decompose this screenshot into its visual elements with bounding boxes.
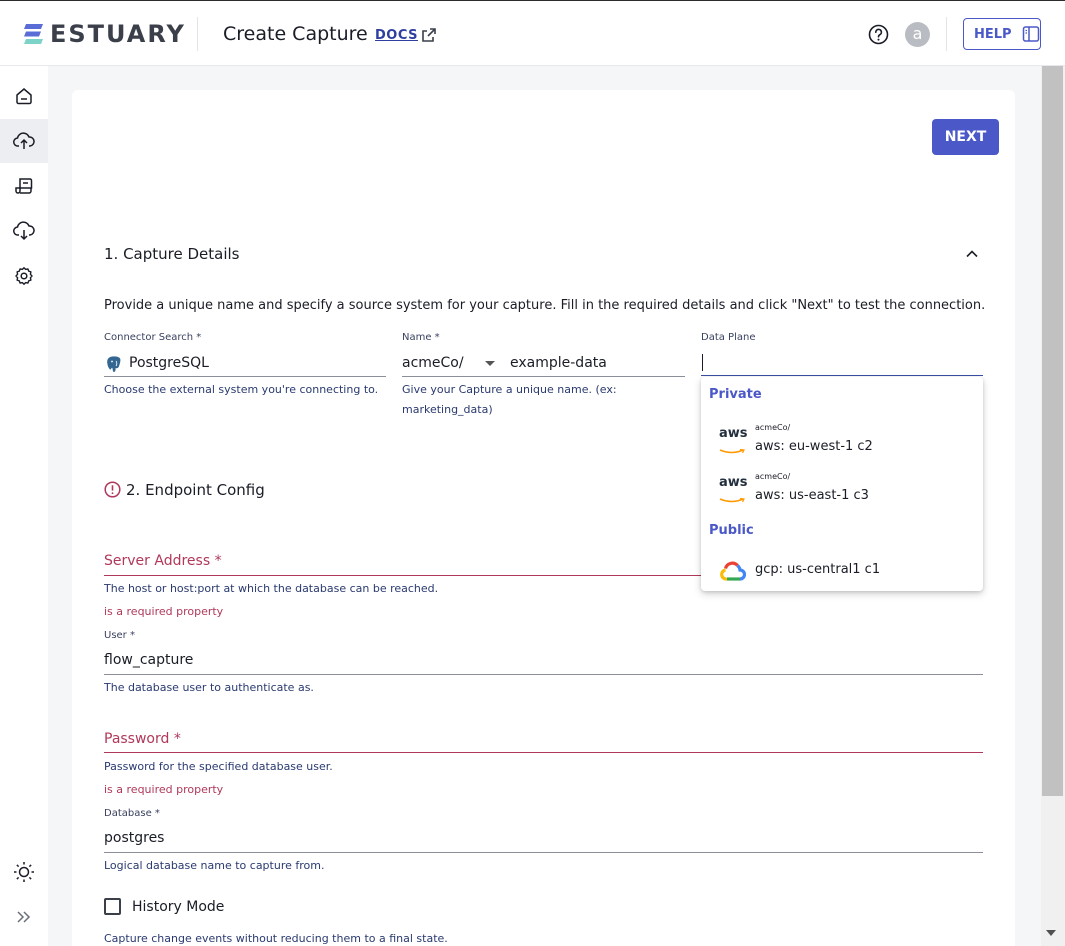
help-button-label: HELP [974,26,1012,42]
collections-icon [15,178,33,194]
expand-sidebar-button[interactable] [0,895,48,939]
database-helper: Logical database name to capture from. [104,859,325,872]
sidebar-item-materializations[interactable] [0,209,48,253]
option-prefix: acmeCo/ [755,472,791,481]
database-underline [104,852,983,853]
capture-upload-icon [13,132,35,149]
name-label: Name * [402,332,440,343]
endpoint-config-heading[interactable]: 2. Endpoint Config [126,481,265,499]
history-mode-checkbox[interactable] [104,898,121,915]
history-mode-helper: Capture change events without reducing t… [104,932,448,945]
database-input[interactable]: postgres [104,830,164,846]
server-address-underline [104,575,701,576]
data-plane-option[interactable]: gcp: us-central1 c1 [701,549,983,593]
dropdown-group-private: Private [709,387,762,402]
page-title: Create Capture [223,23,368,45]
user-underline [104,674,983,675]
data-plane-underline [701,375,983,376]
error-circle-icon [104,481,121,498]
database-label: Database * [104,808,160,819]
brand-name: ESTUARY [50,20,186,48]
gear-icon [15,267,33,285]
capture-details-heading[interactable]: 1. Capture Details [104,245,240,263]
name-helper-line1: Give your Capture a unique name. (ex: [402,383,617,396]
connector-search-helper: Choose the external system you're connec… [104,383,379,396]
name-helper-line2: marketing_data) [402,403,493,416]
header-divider [946,17,947,51]
external-link-icon[interactable] [421,27,437,43]
scroll-down-arrow[interactable] [1046,930,1056,936]
aws-logo-icon: aws [719,427,748,459]
sidebar-nav [0,66,48,946]
estuary-logo-icon [24,24,43,44]
scrollbar-thumb[interactable] [1042,66,1063,796]
server-address-helper: The host or host:port at which the datab… [104,582,439,595]
name-prefix-select[interactable]: acmeCo/ [402,355,464,371]
data-plane-option[interactable]: aws acmeCo/ aws: us-east-1 c3 [701,466,983,510]
aws-logo-icon: aws [719,476,748,508]
connector-search-input[interactable]: PostgreSQL [129,355,209,371]
name-prefix-dropdown-icon[interactable] [485,361,495,366]
sidebar-item-collections[interactable] [0,164,48,208]
top-app-bar: ESTUARY Create Capture DOCS a HELP [0,0,1065,66]
postgresql-logo-icon [106,355,122,373]
name-input[interactable]: example-data [510,355,607,371]
theme-toggle[interactable] [0,850,48,894]
estuary-logo[interactable]: ESTUARY [24,20,186,48]
connector-search-label: Connector Search * [104,332,202,343]
option-prefix: acmeCo/ [755,423,791,432]
help-button[interactable]: HELP [963,18,1041,50]
expand-double-chevron-icon [17,911,31,923]
help-circle-icon[interactable] [868,24,889,45]
next-button[interactable]: NEXT [932,119,999,155]
option-label: gcp: us-central1 c1 [755,562,881,577]
connector-search-underline [104,376,386,377]
dropdown-group-public: Public [709,523,754,538]
data-plane-dropdown: Private aws acmeCo/ aws: eu-west-1 c2 aw… [701,377,983,591]
sidebar-item-captures[interactable] [0,119,48,163]
password-input[interactable]: Password * [104,731,181,747]
server-address-input[interactable]: Server Address * [104,553,222,569]
history-mode-label[interactable]: History Mode [132,899,224,915]
option-label: aws: eu-west-1 c2 [755,439,873,454]
sidebar-item-home[interactable] [0,74,48,118]
gcp-logo-icon [720,561,747,581]
header-divider [197,17,198,51]
user-input[interactable]: flow_capture [104,652,193,668]
docs-link[interactable]: DOCS [375,28,418,43]
server-address-error: is a required property [104,605,224,618]
home-icon [16,88,32,105]
text-cursor [702,354,703,371]
user-avatar[interactable]: a [905,22,930,47]
sidebar-item-settings[interactable] [0,254,48,298]
password-underline [104,752,983,753]
side-panel-icon [1022,26,1039,42]
option-label: aws: us-east-1 c3 [755,488,869,503]
name-underline [402,376,685,377]
user-helper: The database user to authenticate as. [104,681,314,694]
user-label: User * [104,630,135,641]
data-plane-label: Data Plane [701,332,756,343]
theme-sun-icon [14,862,34,882]
password-helper: Password for the specified database user… [104,760,333,773]
password-error: is a required property [104,783,224,796]
capture-details-description: Provide a unique name and specify a sour… [104,298,986,313]
chevron-up-icon[interactable] [965,247,979,261]
materialize-download-icon [13,221,35,241]
data-plane-option[interactable]: aws acmeCo/ aws: eu-west-1 c2 [701,417,983,461]
